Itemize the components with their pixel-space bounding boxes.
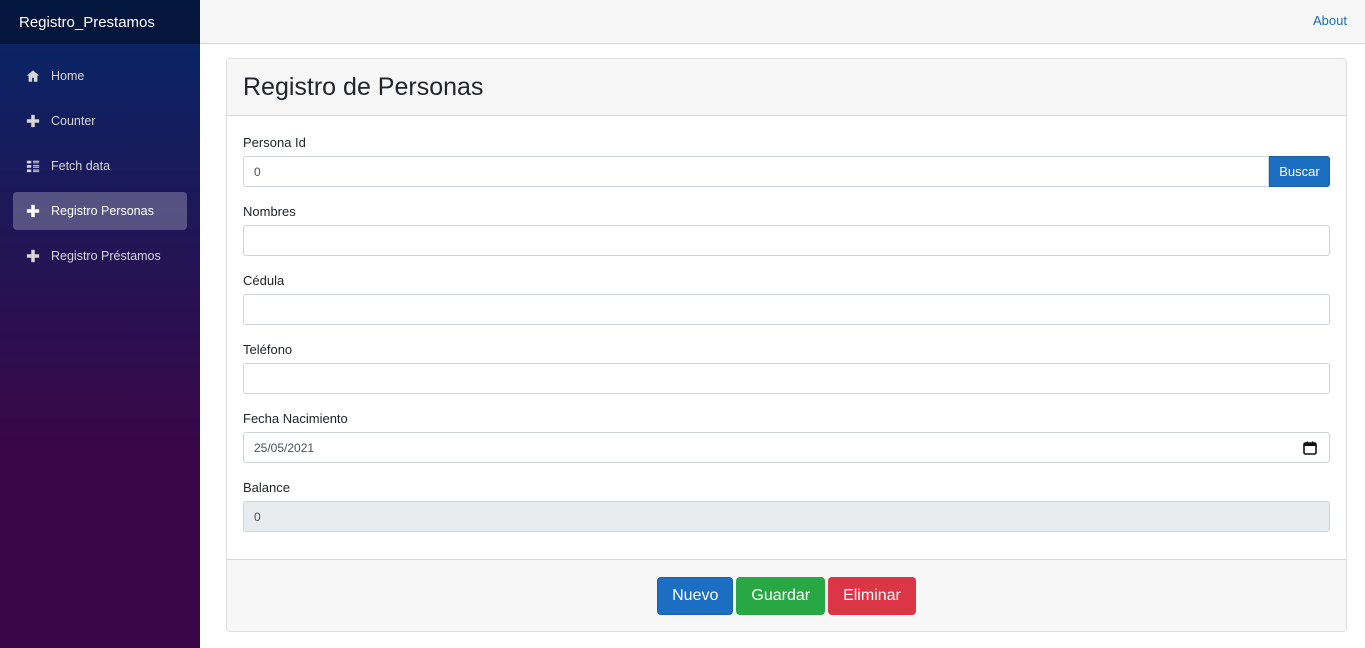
eliminar-button[interactable]: Eliminar <box>828 576 916 615</box>
sidebar-item-label: Fetch data <box>51 159 111 173</box>
nombres-label: Nombres <box>243 204 296 219</box>
nuevo-button[interactable]: Nuevo <box>657 576 734 615</box>
fecha-nacimiento-value: 25/05/2021 <box>254 440 315 455</box>
sidebar-item-label: Home <box>51 69 85 83</box>
home-icon <box>25 68 41 84</box>
buscar-button[interactable]: Buscar <box>1269 156 1330 187</box>
sidebar-item-home[interactable]: Home <box>13 57 187 95</box>
card-body: Persona Id 0 Buscar Nombres Cédula Teléf… <box>227 116 1346 560</box>
telefono-label: Teléfono <box>243 342 293 357</box>
cedula-input[interactable] <box>243 294 1330 325</box>
about-link[interactable]: About <box>1313 13 1347 28</box>
sidebar-nav: Home Counter Fetch data Registro Persona… <box>0 44 200 275</box>
plus-icon <box>25 248 41 264</box>
page-title: Registro de Personas <box>243 72 484 101</box>
cedula-label: Cédula <box>243 273 285 288</box>
fecha-nacimiento-input[interactable]: 25/05/2021 <box>243 432 1330 463</box>
card-footer: Nuevo Guardar Eliminar <box>227 559 1346 631</box>
registro-personas-card: Registro de Personas Persona Id 0 Buscar… <box>226 58 1347 632</box>
brand-link[interactable]: Registro_Prestamos <box>19 14 155 31</box>
sidebar-item-registro-personas[interactable]: Registro Personas <box>13 192 187 230</box>
top-bar: About <box>200 0 1365 44</box>
sidebar-item-registro-prestamos[interactable]: Registro Préstamos <box>13 237 187 275</box>
balance-input: 0 <box>243 501 1330 532</box>
card-header: Registro de Personas <box>227 59 1346 116</box>
sidebar-item-counter[interactable]: Counter <box>13 102 187 140</box>
plus-icon <box>25 203 41 219</box>
persona-id-input[interactable]: 0 <box>243 156 1269 187</box>
balance-label: Balance <box>243 480 290 495</box>
calendar-icon[interactable] <box>1303 441 1317 455</box>
persona-id-group: 0 Buscar <box>243 156 1330 187</box>
fecha-nacimiento-label: Fecha Nacimiento <box>243 411 348 426</box>
list-icon <box>25 158 41 174</box>
persona-id-label: Persona Id <box>243 135 306 150</box>
telefono-input[interactable] <box>243 363 1330 394</box>
sidebar-item-fetch-data[interactable]: Fetch data <box>13 147 187 185</box>
plus-icon <box>25 113 41 129</box>
sidebar-item-label: Registro Préstamos <box>51 249 161 263</box>
sidebar-item-label: Registro Personas <box>51 204 154 218</box>
guardar-button[interactable]: Guardar <box>736 576 826 615</box>
sidebar: Registro_Prestamos Home Counter Fetch da… <box>0 0 200 648</box>
brand-bar: Registro_Prestamos <box>0 0 200 44</box>
nombres-input[interactable] <box>243 225 1330 256</box>
sidebar-item-label: Counter <box>51 114 96 128</box>
